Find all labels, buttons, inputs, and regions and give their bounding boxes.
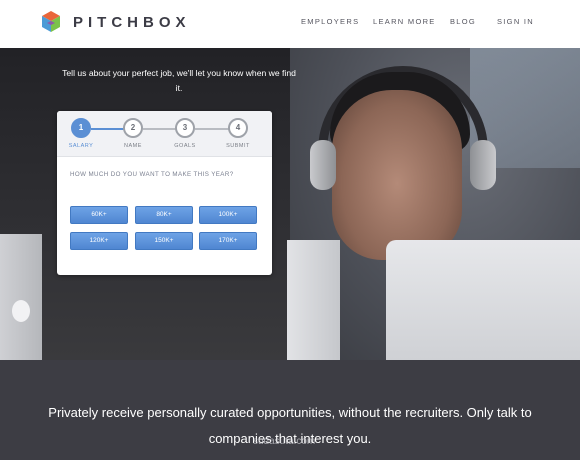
- step-label-salary: SALARY: [68, 143, 94, 149]
- laptop-right: [386, 240, 580, 360]
- nav-sign-in[interactable]: SIGN IN: [497, 17, 534, 26]
- step-label-submit: SUBMIT: [226, 143, 250, 149]
- signup-form-card: 1 2 3 4 SALARY NAME GOALS SUBMIT HOW MUC…: [57, 111, 272, 275]
- apple-logo-icon: [12, 300, 30, 322]
- logo-text: PITCHBOX: [73, 13, 191, 31]
- headphone-left-cup: [310, 140, 336, 190]
- hero-tagline: Tell us about your perfect job, we'll le…: [62, 68, 296, 93]
- step-1-salary[interactable]: 1: [71, 118, 91, 138]
- salary-option-120k[interactable]: 120K+: [70, 232, 128, 250]
- nav-blog[interactable]: BLOG: [450, 17, 476, 26]
- logo[interactable]: PITCHBOX: [41, 10, 191, 34]
- pitchbox-logo-icon: [42, 11, 60, 32]
- step-label-name: NAME: [124, 143, 142, 149]
- step-4-submit[interactable]: 4: [228, 118, 248, 138]
- step-3-goals[interactable]: 3: [175, 118, 195, 138]
- laptop-middle: [287, 240, 340, 360]
- person-face: [332, 90, 462, 260]
- site-header: PITCHBOX EMPLOYERS LEARN MORE BLOG SIGN …: [0, 0, 580, 48]
- salary-option-60k[interactable]: 60K+: [70, 206, 128, 224]
- step-progress: 1 2 3 4 SALARY NAME GOALS SUBMIT: [57, 111, 272, 157]
- salary-option-80k[interactable]: 80K+: [135, 206, 193, 224]
- step-2-name[interactable]: 2: [123, 118, 143, 138]
- salary-option-100k[interactable]: 100K+: [199, 206, 257, 224]
- headphone-right-cup: [470, 140, 496, 190]
- watermark: sudasuta.com: [253, 436, 316, 447]
- salary-question: HOW MUCH DO YOU WANT TO MAKE THIS YEAR?: [70, 171, 234, 178]
- laptop-left: [0, 234, 42, 360]
- salary-option-170k[interactable]: 170K+: [199, 232, 257, 250]
- salary-option-150k[interactable]: 150K+: [135, 232, 193, 250]
- nav-employers[interactable]: EMPLOYERS: [301, 17, 359, 26]
- nav-learn-more[interactable]: LEARN MORE: [373, 17, 436, 26]
- step-label-goals: GOALS: [174, 143, 196, 149]
